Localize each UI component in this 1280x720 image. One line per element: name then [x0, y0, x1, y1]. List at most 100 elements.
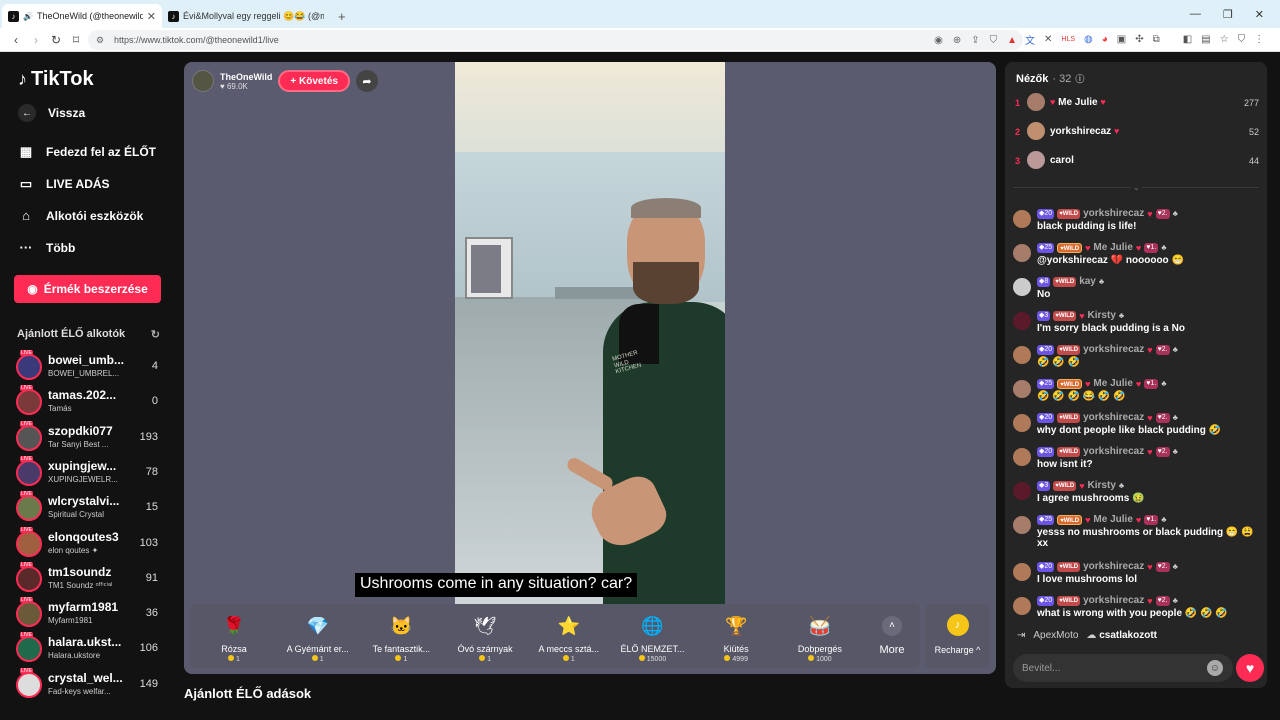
- recharge-button[interactable]: ♪ Recharge ^: [925, 604, 990, 668]
- get-coins-button[interactable]: ◉ Érmék beszerzése: [14, 275, 161, 303]
- chat-username[interactable]: yorkshirecaz: [1083, 595, 1144, 606]
- chat-username[interactable]: kay: [1079, 276, 1096, 287]
- creator-item[interactable]: LIVE crystal_wel... Fad-keys welfar... 1…: [16, 667, 160, 702]
- creator-item[interactable]: LIVE xupingjew... XUPINGJEWELR... 78: [16, 455, 160, 490]
- creator-item[interactable]: LIVE tamas.202... Tamás 0: [16, 385, 160, 419]
- sidebar-item-explore-live[interactable]: ▦ Fedezd fel az ÉLŐT: [18, 144, 156, 160]
- new-tab-button[interactable]: +: [330, 4, 354, 28]
- chat-username[interactable]: yorkshirecaz: [1083, 446, 1144, 457]
- share-icon[interactable]: ➦: [355, 70, 378, 92]
- creator-item[interactable]: LIVE tm1soundz TM1 Soundz ᵒᶠᶠⁱᶜⁱᵃˡ 91: [16, 561, 160, 596]
- site-info-icon[interactable]: ⚙: [96, 35, 104, 46]
- gift-item[interactable]: 🏆 Kiütés 4999: [694, 608, 778, 666]
- tiktok-favicon-icon: ♪: [8, 10, 19, 22]
- creator-item[interactable]: LIVE wlcrystalvi... Spiritual Crystal 15: [16, 491, 160, 525]
- extension-icon[interactable]: ✕: [1044, 34, 1052, 45]
- coin-icon: [808, 655, 815, 661]
- puzzle-icon[interactable]: ✣: [1135, 34, 1143, 45]
- gift-item[interactable]: 🥁 Dobpergés 1000: [778, 608, 862, 666]
- top-viewer-row[interactable]: 1 ♥ Me Julie ♥ 277: [1015, 92, 1259, 116]
- warning-icon[interactable]: ▲: [1007, 35, 1017, 46]
- chat-username[interactable]: Kirsty: [1088, 480, 1116, 491]
- fan-club-badge: ♥WILD: [1057, 595, 1081, 606]
- host-name[interactable]: TheOneWild: [220, 72, 272, 82]
- creator-item[interactable]: LIVE szopdki077 Tar Sanyi Best ... 193: [16, 420, 160, 455]
- chevron-down-icon[interactable]: ⌄: [1131, 183, 1142, 192]
- top-viewer-row[interactable]: 2 yorkshirecaz ♥ 52: [1015, 121, 1259, 145]
- info-icon[interactable]: ⓘ: [1075, 72, 1084, 85]
- tab-evi-molly[interactable]: ♪ Évi&Mollyval egy reggeli 😊😂 (@m: [162, 4, 330, 28]
- more-gifts-button[interactable]: ˄ More: [866, 608, 918, 666]
- enter-icon: ⇥: [1017, 630, 1026, 641]
- chat-username[interactable]: yorkshirecaz: [1083, 344, 1144, 355]
- host-avatar[interactable]: [192, 70, 214, 92]
- minimize-icon[interactable]: —: [1190, 8, 1201, 20]
- creator-item[interactable]: LIVE myfarm1981 Myfarm1981 36: [16, 597, 160, 631]
- close-window-icon[interactable]: ✕: [1255, 8, 1264, 21]
- extension-icon[interactable]: HLS: [1061, 36, 1075, 43]
- gift-item[interactable]: 🕊 Óvó szárnyak 1: [443, 608, 527, 666]
- url-text: https://www.tiktok.com/@theonewild1/live: [114, 35, 279, 45]
- chat-header: ◆20 ♥WILD yorkshirecaz ♥ ♥2. ♣: [1037, 208, 1178, 219]
- sidebar-item-more[interactable]: ··· Több: [18, 240, 76, 255]
- emoji-icon[interactable]: ☺: [1207, 660, 1223, 676]
- chat-input[interactable]: Bevitel... ☺: [1013, 654, 1233, 682]
- zoom-icon[interactable]: ⊕: [953, 35, 961, 46]
- back-link[interactable]: ← Vissza: [18, 104, 85, 122]
- chat-text: how isnt it?: [1037, 459, 1093, 470]
- collections-icon[interactable]: ▤: [1201, 34, 1210, 45]
- chat-username[interactable]: Me Julie: [1093, 514, 1132, 525]
- refresh-icon[interactable]: ↻: [151, 328, 160, 341]
- gift-item[interactable]: 🐱 Te fantasztik... 1: [359, 608, 443, 666]
- chat-username[interactable]: Me Julie: [1093, 378, 1132, 389]
- gift-item[interactable]: 💎 A Gyémánt er... 1: [276, 608, 360, 666]
- extension-icon[interactable]: ▣: [1117, 34, 1126, 45]
- chat-username[interactable]: yorkshirecaz: [1083, 412, 1144, 423]
- creator-viewer-count: 193: [139, 430, 158, 443]
- viewer-name-wrap: yorkshirecaz ♥: [1050, 126, 1119, 137]
- creator-item[interactable]: LIVE elonqoutes3 elon qoutes ✦ 103: [16, 526, 160, 561]
- tab-theonewild[interactable]: ♪ 🔊 TheOneWild (@theonewild1) ✕: [2, 4, 162, 28]
- reload-icon[interactable]: ↻: [46, 33, 66, 47]
- chat-username[interactable]: Me Julie: [1093, 242, 1132, 253]
- close-tab-icon[interactable]: ✕: [147, 10, 156, 23]
- creator-viewer-count: 91: [145, 571, 158, 584]
- level-value: 3: [1044, 311, 1049, 319]
- top-viewer-row[interactable]: 3 carol 44: [1015, 150, 1259, 174]
- sidebar-item-live[interactable]: ▭ LIVE ADÁS: [18, 176, 110, 192]
- fan-club-value: WILD: [1062, 346, 1079, 353]
- chat-username[interactable]: Kirsty: [1088, 310, 1116, 321]
- security-icon[interactable]: ⛉: [1238, 34, 1246, 45]
- fan-club-value: WILD: [1062, 448, 1079, 455]
- favorites-icon[interactable]: ☆: [1220, 34, 1229, 45]
- sidebar-item-creator-tools[interactable]: ⌂ Alkotói eszközök: [18, 208, 143, 223]
- chat-username[interactable]: yorkshirecaz: [1083, 561, 1144, 572]
- creator-item[interactable]: LIVE bowei_umb... BOWEI_UMBREL... 4: [16, 350, 160, 384]
- translate-icon[interactable]: 文: [1025, 32, 1035, 47]
- menu-icon[interactable]: ⋮: [1254, 34, 1264, 45]
- bookmark-icon[interactable]: ⌑: [66, 33, 86, 47]
- screenshot-icon[interactable]: ⧉: [1153, 34, 1160, 45]
- gift-item[interactable]: 🌐 ÉLŐ NEMZET... 15000: [611, 608, 695, 666]
- chat-username[interactable]: yorkshirecaz: [1083, 208, 1144, 219]
- live-player[interactable]: MOTHER WILD KITCHEN Ushrooms come in any…: [184, 62, 996, 674]
- restore-icon[interactable]: ❐: [1223, 8, 1233, 21]
- like-heart-button[interactable]: ♥: [1236, 654, 1264, 682]
- gift-item[interactable]: ⭐ A meccs sztá... 1: [527, 608, 611, 666]
- media-icon[interactable]: ◉: [934, 35, 943, 46]
- forward-arrow-icon[interactable]: ›: [26, 33, 46, 47]
- extension-icon[interactable]: ◍: [1084, 34, 1093, 45]
- live-video[interactable]: MOTHER WILD KITCHEN: [455, 62, 725, 604]
- extension-icon[interactable]: ◕: [1102, 34, 1108, 45]
- viewer-score: 277: [1243, 98, 1259, 108]
- sidebar-icon[interactable]: ◧: [1183, 34, 1192, 45]
- creator-item[interactable]: LIVE halara.ukst... Halara.ukstore 106: [16, 632, 160, 666]
- share-page-icon[interactable]: ⇪: [971, 35, 979, 46]
- creator-viewer-count: 149: [139, 677, 158, 690]
- gift-item[interactable]: 🌹 Rózsa 1: [192, 608, 276, 666]
- follow-button[interactable]: + Követés: [278, 70, 350, 92]
- tiktok-logo[interactable]: ♪ TikTok: [18, 68, 94, 91]
- back-arrow-icon[interactable]: ‹: [6, 33, 26, 47]
- shield-icon[interactable]: ⛉: [990, 35, 998, 46]
- url-field[interactable]: ⚙ https://www.tiktok.com/@theonewild1/li…: [88, 30, 1023, 50]
